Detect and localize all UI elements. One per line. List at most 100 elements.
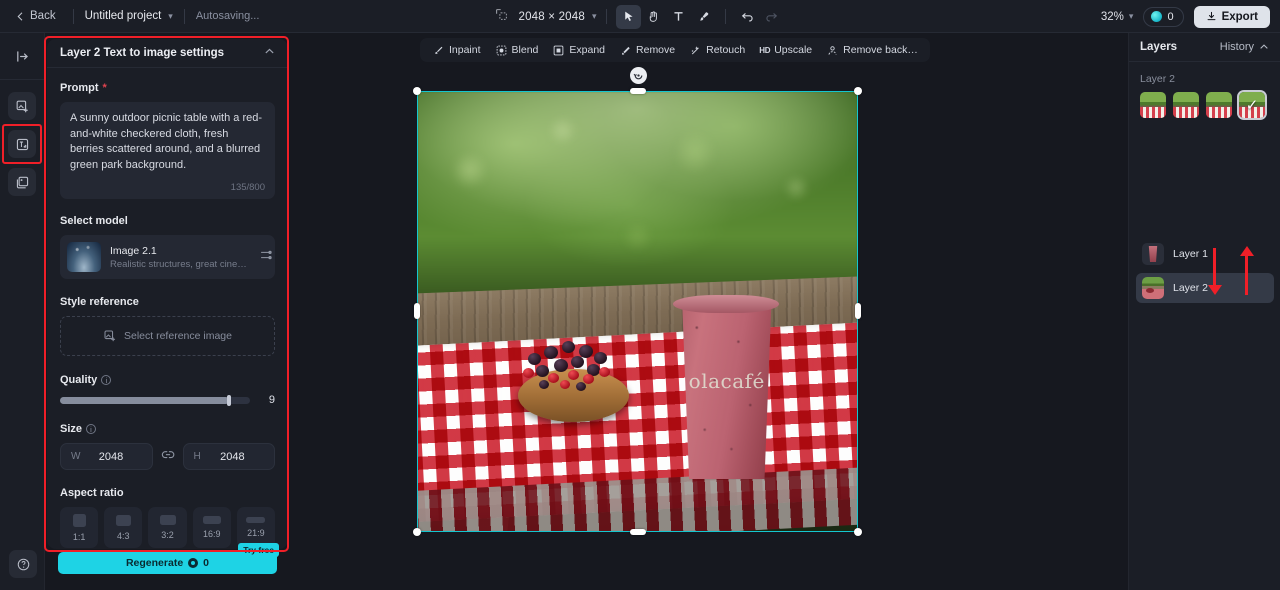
panel-collapse-icon[interactable] [8,42,36,70]
blend-button[interactable]: Blend [489,40,545,61]
aspect-ratio-label-1: 4:3 [117,530,130,541]
resize-handle-middle-right[interactable] [855,303,861,319]
divider [72,8,74,24]
resize-handle-bottom-right[interactable] [854,528,862,536]
divider [724,9,726,24]
aspect-ratio-option-16-9[interactable]: 16:9 [192,507,231,549]
variation-thumbnail[interactable] [1140,92,1166,118]
resize-handle-middle-left[interactable] [414,303,420,319]
layers-panel: Layers History Layer 2 ✓ Layer 1 Layer 2 [1128,33,1280,590]
eraser-icon [622,46,630,55]
retouch-button[interactable]: Retouch [683,40,751,61]
aspect-ratio-label: Aspect ratio [60,487,124,500]
select-tool[interactable] [615,4,641,29]
layer-group-name: Layer 2 [1140,73,1176,85]
aspect-ratio-option-4-3[interactable]: 4:3 [104,507,143,549]
variation-thumbnail[interactable]: ✓ [1239,92,1265,118]
project-name[interactable]: Untitled project [85,10,162,22]
credits-count: 0 [1167,10,1174,23]
canvas-size-value[interactable]: 2048 × 2048 [518,11,584,23]
layers-tool[interactable] [8,168,36,196]
aspect-ratio-option-1-1[interactable]: 1:1 [60,507,99,549]
resize-handle-top-left[interactable] [413,87,421,95]
zoom-level[interactable]: 32% [1101,11,1124,23]
back-button[interactable]: Back [10,6,62,26]
resize-handle-bottom-left[interactable] [413,528,421,536]
berry [559,380,570,390]
layer-thumbnail [1142,243,1164,265]
redo-icon [766,12,778,22]
model-label-row: Select model [60,215,275,227]
thumbnail-cloth [1140,107,1166,118]
regenerate-cost: 0 [203,557,210,569]
canvas-size-icon[interactable] [495,8,508,26]
hd-icon: HD [759,45,771,55]
aspect-ratio-option-3-2[interactable]: 3:2 [148,507,187,549]
rotate-handle[interactable] [630,67,647,84]
quality-slider-thumb[interactable] [227,394,232,406]
resize-handle-top-center[interactable] [630,88,646,94]
history-toggle[interactable]: History [1220,41,1269,53]
undo-button[interactable] [735,5,760,29]
model-selector[interactable]: Image 2.1 Realistic structures, great ci… [60,235,275,280]
upscale-button[interactable]: HD Upscale [753,40,818,60]
prompt-label-row: Prompt * [60,82,275,94]
aspect-ratio-label-2: 3:2 [161,530,174,541]
canvas-artwork[interactable]: olacafé [417,91,858,532]
layer-row-layer-2[interactable]: Layer 2 [1136,273,1274,303]
image-plus-icon [16,100,28,112]
image-plus-icon [104,330,116,342]
berry [598,366,610,377]
berry [527,353,541,366]
text-to-image-tool-wrapper [2,124,42,164]
select-reference-image-dropzone[interactable]: Select reference image [60,316,275,357]
text-to-image-tool[interactable] [8,130,36,158]
width-input[interactable]: W 2048 [60,443,153,471]
link-icon[interactable] [153,448,183,466]
project-menu-chevron-down-icon[interactable]: ▾ [168,11,173,22]
info-icon[interactable]: i [86,424,97,435]
export-button[interactable]: Export [1193,5,1270,28]
aspect-ratio-label-0: 1:1 [72,531,86,542]
try-free-badge[interactable]: Try free [238,543,279,557]
divider [183,8,185,24]
model-settings-sliders-icon[interactable] [259,248,273,267]
aspect-ratio-glyph [72,513,86,527]
context-button-label: Upscale [774,44,813,56]
brush-tool[interactable] [691,5,716,29]
brush-inpaint-icon [435,46,443,54]
reorder-layer-up-arrow [1239,246,1254,295]
select-model-label: Select model [60,215,128,228]
remove-button[interactable]: Remove [613,40,681,61]
generate-image-tool[interactable] [8,92,36,120]
panel-collapse-chevron-up-icon[interactable] [264,44,275,62]
width-unit-label: W [71,451,81,463]
variation-thumbnail[interactable] [1206,92,1232,118]
quality-slider[interactable] [60,394,250,406]
expand-button[interactable]: Expand [546,40,611,61]
model-thumbnail [67,242,101,273]
cup-logo-text: olacafé [688,368,765,393]
prompt-input[interactable]: A sunny outdoor picnic table with a red-… [60,102,275,200]
redo-button[interactable] [760,5,785,29]
check-icon: ✓ [1245,97,1259,114]
hand-tool[interactable] [641,5,666,29]
image-stack-icon [16,176,28,188]
canvas-size-chevron-down-icon[interactable]: ▾ [592,11,597,22]
prompt-label: Prompt [60,82,99,94]
height-input[interactable]: H 2048 [182,443,275,471]
aspect-ratio-label-3: 16:9 [202,529,221,540]
resize-handle-top-right[interactable] [854,87,862,95]
text-tool[interactable] [666,5,691,29]
resize-handle-bottom-center[interactable] [630,529,646,535]
credits-badge[interactable]: 0 [1143,6,1184,27]
inpaint-button[interactable]: Inpaint [426,40,487,61]
layer-list: Layer 1 Layer 2 [1129,235,1280,307]
cursor-arrow-icon [624,11,633,22]
zoom-chevron-down-icon[interactable]: ▾ [1129,11,1134,22]
help-button[interactable] [9,550,37,578]
remove-back-button[interactable]: Remove back… [820,40,924,61]
variation-thumbnail[interactable] [1173,92,1199,118]
info-icon[interactable]: i [101,375,112,386]
topbar-right-group: 32% ▾ 0 Export [1101,0,1270,33]
